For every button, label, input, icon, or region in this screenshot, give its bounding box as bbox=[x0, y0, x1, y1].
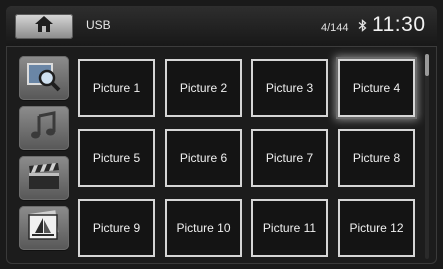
picture-tile[interactable]: Picture 1 bbox=[78, 59, 155, 117]
home-button[interactable] bbox=[15, 14, 73, 39]
header-bar: USB 4/144 11:30 bbox=[6, 6, 437, 47]
picture-tile[interactable]: Picture 8 bbox=[338, 129, 415, 187]
film-clapper-icon bbox=[25, 160, 63, 197]
picture-tile[interactable]: Picture 7 bbox=[251, 129, 328, 187]
bluetooth-icon bbox=[358, 19, 367, 35]
picture-tile[interactable]: Picture 3 bbox=[251, 59, 328, 117]
picture-tile[interactable]: Picture 12 bbox=[338, 199, 415, 257]
picture-tile[interactable]: Picture 6 bbox=[165, 129, 242, 187]
sidebar-item-music[interactable] bbox=[19, 106, 69, 150]
picture-tile[interactable]: Picture 2 bbox=[165, 59, 242, 117]
scrollbar-track[interactable] bbox=[425, 54, 429, 259]
track-counter: 4/144 bbox=[321, 22, 349, 34]
home-icon bbox=[34, 15, 54, 38]
music-note-icon bbox=[26, 110, 62, 147]
picture-tile[interactable]: Picture 5 bbox=[78, 129, 155, 187]
sidebar-item-video[interactable] bbox=[19, 156, 69, 200]
scrollbar-thumb[interactable] bbox=[425, 54, 429, 76]
picture-tile[interactable]: Picture 10 bbox=[165, 199, 242, 257]
photo-search-icon bbox=[25, 60, 63, 97]
picture-tile[interactable]: Picture 9 bbox=[78, 199, 155, 257]
source-label: USB bbox=[86, 18, 111, 32]
sidebar-item-photo-search[interactable] bbox=[19, 56, 69, 100]
sidebar-item-pictures[interactable] bbox=[19, 206, 69, 250]
clock: 11:30 bbox=[372, 13, 426, 36]
picture-tile[interactable]: Picture 11 bbox=[251, 199, 328, 257]
screen: USB 4/144 11:30 Picture 1 Picture 2 Pict… bbox=[6, 6, 437, 264]
picture-tile-selected[interactable]: Picture 4 bbox=[338, 59, 415, 117]
picture-sailboat-icon bbox=[25, 209, 63, 248]
